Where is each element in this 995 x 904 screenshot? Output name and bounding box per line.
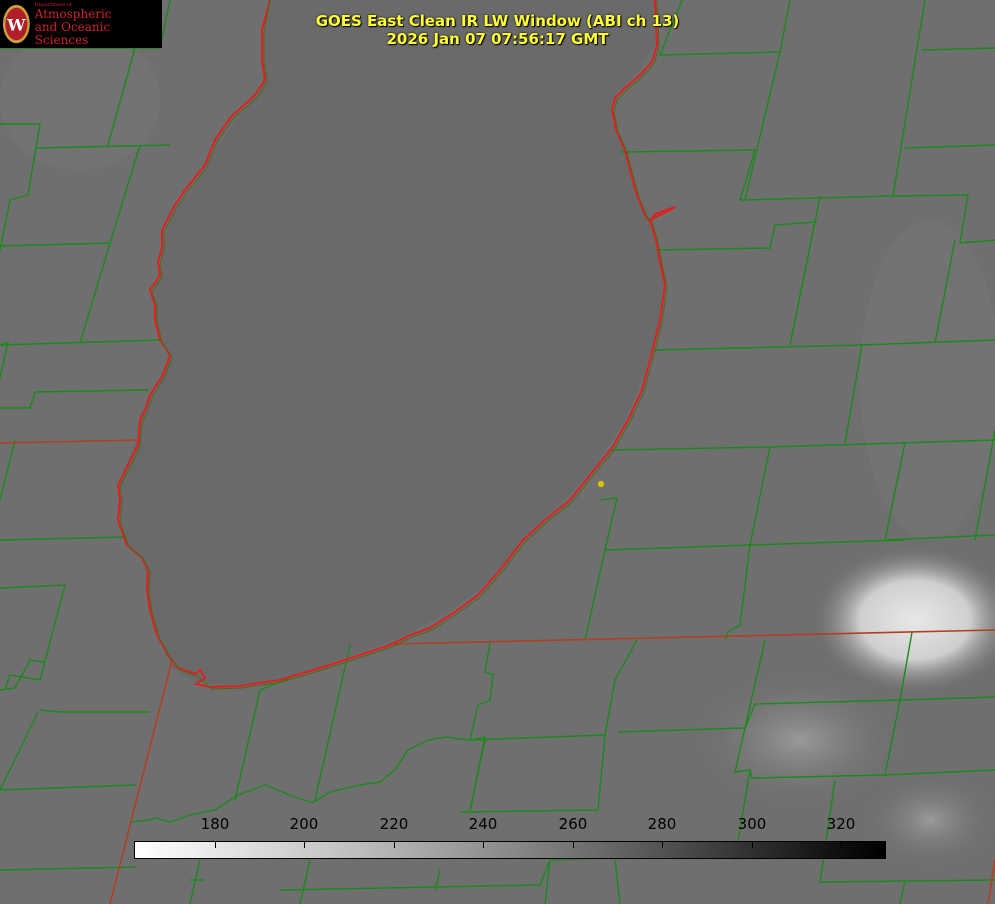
satellite-map[interactable] — [0, 0, 995, 904]
colorbar-tick — [304, 842, 305, 848]
colorbar-tick — [483, 842, 484, 848]
colorbar-tick-labels: 180 200 220 240 260 280 300 320 — [0, 815, 995, 835]
title-line2: 2026 Jan 07 07:56:17 GMT — [386, 30, 609, 48]
tick-label: 200 — [289, 815, 319, 833]
colorbar-tick — [573, 842, 574, 848]
title-line1: GOES East Clean IR LW Window (ABI ch 13) — [315, 12, 680, 30]
colorbar-tick — [752, 842, 753, 848]
tick-label: 280 — [647, 815, 677, 833]
colorbar-tick — [215, 842, 216, 848]
station-marker-icon[interactable] — [597, 480, 605, 488]
tick-label: 260 — [558, 815, 588, 833]
tick-label: 320 — [826, 815, 856, 833]
tick-label: 240 — [468, 815, 498, 833]
colorbar-tick — [841, 842, 842, 848]
colorbar-tick — [394, 842, 395, 848]
tick-label: 180 — [200, 815, 230, 833]
tick-label: 300 — [737, 815, 767, 833]
colorbar-tick — [662, 842, 663, 848]
haze-left — [0, 30, 160, 170]
image-title: GOES East Clean IR LW Window (ABI ch 13)… — [0, 12, 995, 48]
tick-label: 220 — [379, 815, 409, 833]
haze-right — [860, 220, 995, 540]
colorbar — [134, 841, 886, 859]
